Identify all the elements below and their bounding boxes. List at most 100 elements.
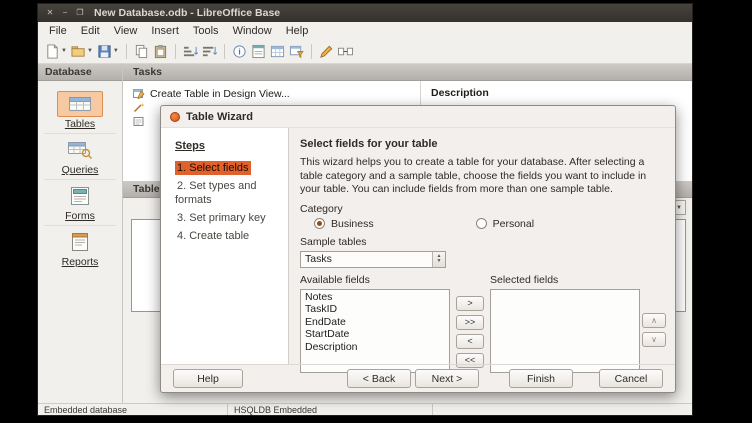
- menu-view[interactable]: View: [107, 24, 145, 38]
- sidebar-items: Tables Queries Forms: [38, 81, 122, 274]
- selected-fields-col: Selected fields: [490, 274, 640, 373]
- paste-icon: [153, 44, 168, 59]
- cancel-button[interactable]: Cancel: [599, 369, 663, 388]
- selected-fields-list[interactable]: [490, 289, 640, 373]
- personal-radio[interactable]: [476, 218, 487, 229]
- move-all-right-button[interactable]: >>: [456, 315, 484, 330]
- dialog-title: Table Wizard: [186, 111, 253, 123]
- move-right-button[interactable]: >: [456, 296, 484, 311]
- menu-file[interactable]: File: [42, 24, 74, 38]
- open-button[interactable]: ▼: [69, 41, 95, 62]
- sidebar-item-label: Forms: [65, 210, 95, 222]
- design-button[interactable]: [317, 41, 336, 62]
- sidebar-item-reports[interactable]: Reports: [44, 229, 116, 271]
- database-sidebar: Database Tables Queries: [38, 64, 123, 403]
- relationships-button[interactable]: [336, 41, 355, 62]
- menu-tools[interactable]: Tools: [186, 24, 226, 38]
- step-label: 3. Set primary key: [175, 211, 268, 225]
- sort-descending-button[interactable]: [200, 41, 219, 62]
- list-item[interactable]: TaskID: [301, 303, 449, 316]
- libreoffice-base-window: ✕ − ❐ New Database.odb - LibreOffice Bas…: [38, 4, 692, 415]
- view-document-icon: [133, 116, 145, 127]
- menu-help[interactable]: Help: [279, 24, 316, 38]
- step-set-primary-key[interactable]: 3. Set primary key: [175, 211, 288, 225]
- step-select-fields[interactable]: 1. Select fields: [175, 161, 288, 175]
- order-buttons-col: ∧ ∨: [640, 274, 668, 373]
- move-up-button[interactable]: ∧: [642, 313, 666, 328]
- dialog-footer: Help < Back Next > Finish Cancel: [161, 364, 675, 392]
- selected-fields-label: Selected fields: [490, 274, 640, 286]
- sidebar-item-tables[interactable]: Tables: [44, 91, 116, 134]
- step-set-types[interactable]: 2. Set types and formats: [175, 179, 288, 207]
- database-object-info-button[interactable]: i: [230, 41, 249, 62]
- step-label: 1. Select fields: [175, 161, 251, 175]
- finish-button[interactable]: Finish: [509, 369, 573, 388]
- sample-tables-dropdown[interactable]: Tasks ▲▼: [300, 251, 446, 268]
- dialog-intro-text: This wizard helps you to create a table …: [300, 156, 662, 197]
- tasks-title: Tasks: [133, 66, 162, 78]
- move-left-button[interactable]: <: [456, 334, 484, 349]
- window-title: New Database.odb - LibreOffice Base: [94, 7, 280, 19]
- available-fields-list[interactable]: Notes TaskID EndDate StartDate Descripti…: [300, 289, 450, 373]
- table-icon: [270, 44, 285, 59]
- standard-toolbar: ▼ ▼ ▼ i: [38, 39, 692, 64]
- relationships-icon: [338, 44, 353, 59]
- maximize-window-icon[interactable]: ❐: [74, 7, 86, 19]
- sidebar-header: Database: [38, 64, 122, 81]
- menu-edit[interactable]: Edit: [74, 24, 107, 38]
- business-radio[interactable]: [314, 218, 325, 229]
- sort-ascending-button[interactable]: [181, 41, 200, 62]
- menu-insert[interactable]: Insert: [144, 24, 186, 38]
- list-item[interactable]: Description: [301, 341, 449, 354]
- chevron-down-icon: ▼: [61, 48, 67, 54]
- list-item[interactable]: Notes: [301, 291, 449, 304]
- info-icon: i: [232, 44, 247, 59]
- personal-radio-pair: Personal: [476, 218, 534, 230]
- queries-icon: [57, 137, 103, 163]
- list-item[interactable]: EndDate: [301, 316, 449, 329]
- available-fields-label: Available fields: [300, 274, 450, 286]
- step-label: 4. Create table: [175, 229, 251, 243]
- business-radio-label: Business: [331, 218, 374, 230]
- back-button[interactable]: < Back: [347, 369, 411, 388]
- sidebar-title: Database: [45, 66, 92, 78]
- move-down-button[interactable]: ∨: [642, 332, 666, 347]
- menubar: File Edit View Insert Tools Window Help: [38, 22, 692, 39]
- fields-row: Available fields Notes TaskID EndDate St…: [300, 274, 667, 373]
- new-database-button[interactable]: ▼: [43, 41, 69, 62]
- sidebar-item-forms[interactable]: Forms: [44, 183, 116, 226]
- tasks-header: Tasks: [123, 64, 692, 81]
- dialog-titlebar[interactable]: Table Wizard: [161, 106, 675, 128]
- minimize-window-icon[interactable]: −: [59, 7, 71, 19]
- spin-arrows-icon[interactable]: ▲▼: [432, 252, 445, 267]
- table-button[interactable]: [268, 41, 287, 62]
- toolbar-separator: [175, 44, 176, 59]
- form-button[interactable]: [249, 41, 268, 62]
- forms-icon: [57, 183, 103, 209]
- toolbar-separator: [224, 44, 225, 59]
- list-item[interactable]: StartDate: [301, 328, 449, 341]
- dialog-body: Steps 1. Select fields 2. Set types and …: [161, 128, 675, 364]
- help-button[interactable]: Help: [173, 369, 243, 388]
- copy-icon: [134, 44, 149, 59]
- sidebar-item-queries[interactable]: Queries: [44, 137, 116, 180]
- sample-tables-label: Sample tables: [300, 236, 667, 248]
- menu-window[interactable]: Window: [226, 24, 279, 38]
- dialog-content: Select fields for your table This wizard…: [289, 128, 675, 364]
- dialog-heading: Select fields for your table: [300, 138, 667, 150]
- paste-button[interactable]: [151, 41, 170, 62]
- save-icon: [97, 44, 112, 59]
- copy-button[interactable]: [132, 41, 151, 62]
- next-button[interactable]: Next >: [415, 369, 479, 388]
- close-window-icon[interactable]: ✕: [44, 7, 56, 19]
- chevron-down-icon: ▼: [113, 48, 119, 54]
- step-create-table[interactable]: 4. Create table: [175, 229, 288, 243]
- save-button[interactable]: ▼: [95, 41, 121, 62]
- task-item-create-table-design[interactable]: Create Table in Design View...: [133, 87, 420, 100]
- status-database-type: HSQLDB Embedded: [228, 404, 433, 415]
- form-icon: [251, 44, 266, 59]
- query-button[interactable]: [287, 41, 306, 62]
- statusbar: Embedded database HSQLDB Embedded: [38, 403, 692, 415]
- category-radio-group: Business Personal: [314, 218, 667, 230]
- design-table-icon: [133, 88, 145, 99]
